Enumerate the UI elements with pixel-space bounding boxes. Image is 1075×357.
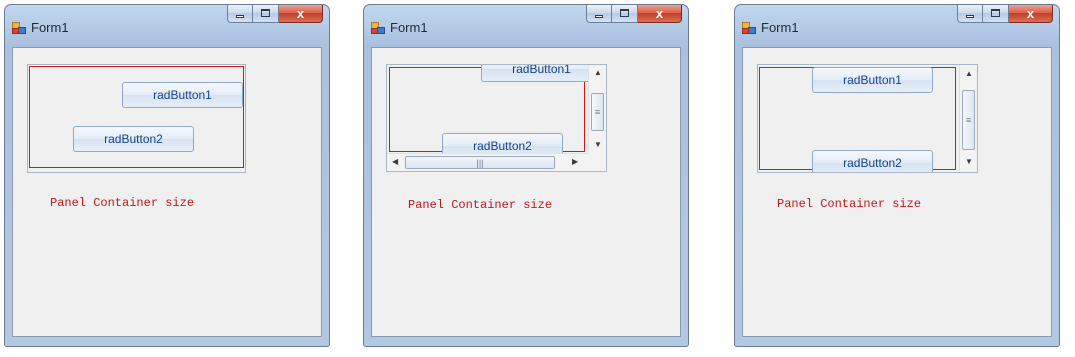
form1-window-2: Form1 x radButton1 radButton2 ▲ ≡ ▼ ◀ ||… [363, 4, 689, 347]
caption-buttons: x [586, 5, 682, 24]
radbutton1[interactable]: radButton1 [122, 82, 243, 108]
maximize-icon [261, 9, 270, 17]
vertical-scroll-thumb[interactable]: ≡ [591, 93, 604, 131]
caption-buttons: x [227, 5, 323, 24]
scroll-up-arrow-icon[interactable]: ▲ [594, 69, 602, 77]
form1-window-1: Form1 x radButton1 radButton2 Panel Cont… [4, 4, 330, 347]
title-bar[interactable]: Form1 x [5, 5, 329, 43]
form1-window-3: Form1 x radButton1 radButton2 ▲ ≡ ▼ Pane… [734, 4, 1060, 347]
close-icon: x [1026, 5, 1035, 21]
grip-icon: ≡ [965, 115, 972, 125]
window-title: Form1 [390, 20, 428, 35]
close-icon: x [655, 5, 664, 21]
scroll-left-arrow-icon[interactable]: ◀ [392, 158, 398, 166]
caption-buttons: x [957, 5, 1053, 24]
form-client-area: radButton1 radButton2 Panel Container si… [12, 47, 322, 337]
panel-container: radButton1 radButton2 ▲ ≡ ▼ [757, 64, 978, 173]
panel-container-size-label: Panel Container size [50, 196, 195, 210]
maximize-button[interactable] [983, 5, 1009, 23]
close-button[interactable]: x [638, 5, 682, 23]
close-button[interactable]: x [1009, 5, 1053, 23]
minimize-icon [236, 14, 244, 18]
radbutton2[interactable]: radButton2 [812, 150, 933, 172]
minimize-button[interactable] [957, 5, 983, 23]
minimize-button[interactable] [586, 5, 612, 23]
panel-container-size-label: Panel Container size [408, 198, 553, 212]
radbutton1[interactable]: radButton1 [812, 67, 933, 93]
app-icon [371, 22, 385, 34]
form-client-area: radButton1 radButton2 ▲ ≡ ▼ ◀ ||| ▶ Pane… [371, 47, 681, 337]
panel-container: radButton1 radButton2 [27, 64, 246, 173]
scroll-up-arrow-icon[interactable]: ▲ [965, 70, 973, 78]
window-title: Form1 [31, 20, 69, 35]
close-icon: x [296, 5, 305, 21]
minimize-icon [595, 14, 603, 18]
panel-container: radButton1 radButton2 ▲ ≡ ▼ ◀ ||| ▶ [386, 64, 607, 172]
scroll-down-arrow-icon[interactable]: ▼ [594, 141, 602, 149]
title-bar[interactable]: Form1 x [735, 5, 1059, 43]
minimize-icon [966, 14, 974, 18]
minimize-button[interactable] [227, 5, 253, 23]
grip-icon: ≡ [594, 107, 601, 117]
maximize-button[interactable] [253, 5, 279, 23]
vertical-scrollbar[interactable]: ▲ ≡ ▼ [959, 65, 977, 172]
horizontal-scrollbar[interactable]: ◀ ||| ▶ [387, 153, 590, 171]
app-icon [12, 22, 26, 34]
close-button[interactable]: x [279, 5, 323, 23]
maximize-icon [620, 9, 629, 17]
radbutton2[interactable]: radButton2 [73, 126, 194, 152]
radbutton1[interactable]: radButton1 [481, 65, 602, 82]
maximize-button[interactable] [612, 5, 638, 23]
vertical-scroll-thumb[interactable]: ≡ [962, 90, 975, 150]
app-icon [742, 22, 756, 34]
vertical-scrollbar[interactable]: ▲ ≡ ▼ [588, 65, 606, 155]
title-bar[interactable]: Form1 x [364, 5, 688, 43]
horizontal-scroll-thumb[interactable]: ||| [405, 156, 555, 169]
form-client-area: radButton1 radButton2 ▲ ≡ ▼ Panel Contai… [742, 47, 1052, 337]
window-title: Form1 [761, 20, 799, 35]
panel-container-size-label: Panel Container size [777, 197, 922, 211]
scroll-down-arrow-icon[interactable]: ▼ [965, 158, 973, 166]
maximize-icon [991, 9, 1000, 17]
scroll-right-arrow-icon[interactable]: ▶ [572, 158, 578, 166]
grip-icon: ||| [476, 157, 484, 168]
scrollbar-corner [588, 153, 606, 171]
